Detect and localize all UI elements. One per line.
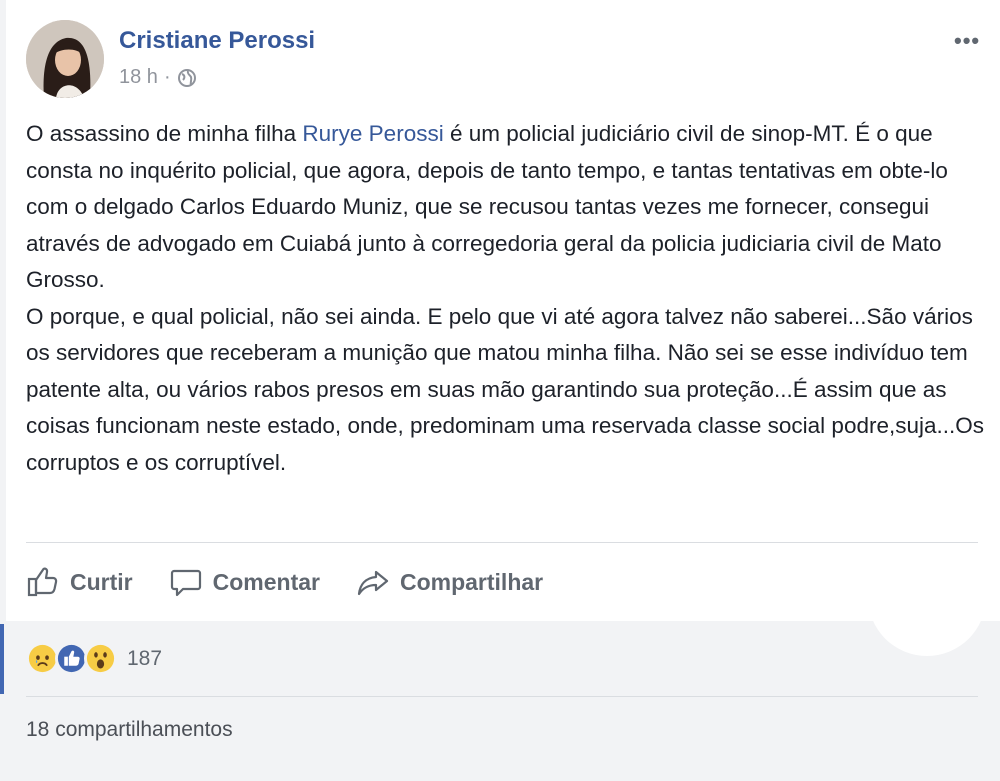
- share-label: Compartilhar: [399, 568, 544, 595]
- post-actions: Curtir Comentar Compartilhar: [26, 560, 579, 604]
- post-text-segment: O assassino de minha filha: [26, 121, 303, 146]
- post-paragraph-2: O porque, e qual policial, não sei ainda…: [26, 303, 985, 475]
- post-body: O assassino de minha filha Rurye Perossi…: [26, 116, 986, 481]
- wow-icon: [84, 642, 117, 675]
- comment-label: Comentar: [212, 568, 320, 595]
- share-button[interactable]: Compartilhar: [356, 565, 543, 599]
- post-text-segment: é um policial judiciário civil de sinop-…: [26, 121, 948, 292]
- author-name[interactable]: Cristiane Perossi: [119, 27, 315, 55]
- post-meta: 18 h ·: [119, 66, 197, 89]
- shares-count[interactable]: 18 compartilhamentos: [26, 718, 233, 742]
- like-label: Curtir: [70, 568, 133, 595]
- comment-button[interactable]: Comentar: [169, 565, 320, 599]
- footer-divider: [26, 696, 978, 697]
- avatar-photo: [26, 20, 104, 98]
- author-avatar[interactable]: [26, 20, 104, 98]
- thumbs-up-icon: [27, 567, 58, 597]
- reaction-summary[interactable]: 187: [26, 642, 162, 675]
- actions-divider: [26, 542, 978, 543]
- share-icon: [357, 570, 389, 596]
- reaction-count: 187: [127, 646, 163, 670]
- like-button[interactable]: Curtir: [26, 565, 133, 599]
- post-time[interactable]: 18 h: [119, 66, 158, 89]
- post-paragraph-1: O assassino de minha filha Rurye Perossi…: [26, 116, 986, 299]
- comment-icon: [170, 569, 201, 597]
- globe-icon[interactable]: [177, 68, 197, 88]
- reactions-accent: [0, 624, 4, 694]
- more-options-icon[interactable]: •••: [954, 28, 980, 54]
- meta-separator: ·: [163, 66, 171, 88]
- mention-link[interactable]: Rurye Perossi: [302, 121, 443, 146]
